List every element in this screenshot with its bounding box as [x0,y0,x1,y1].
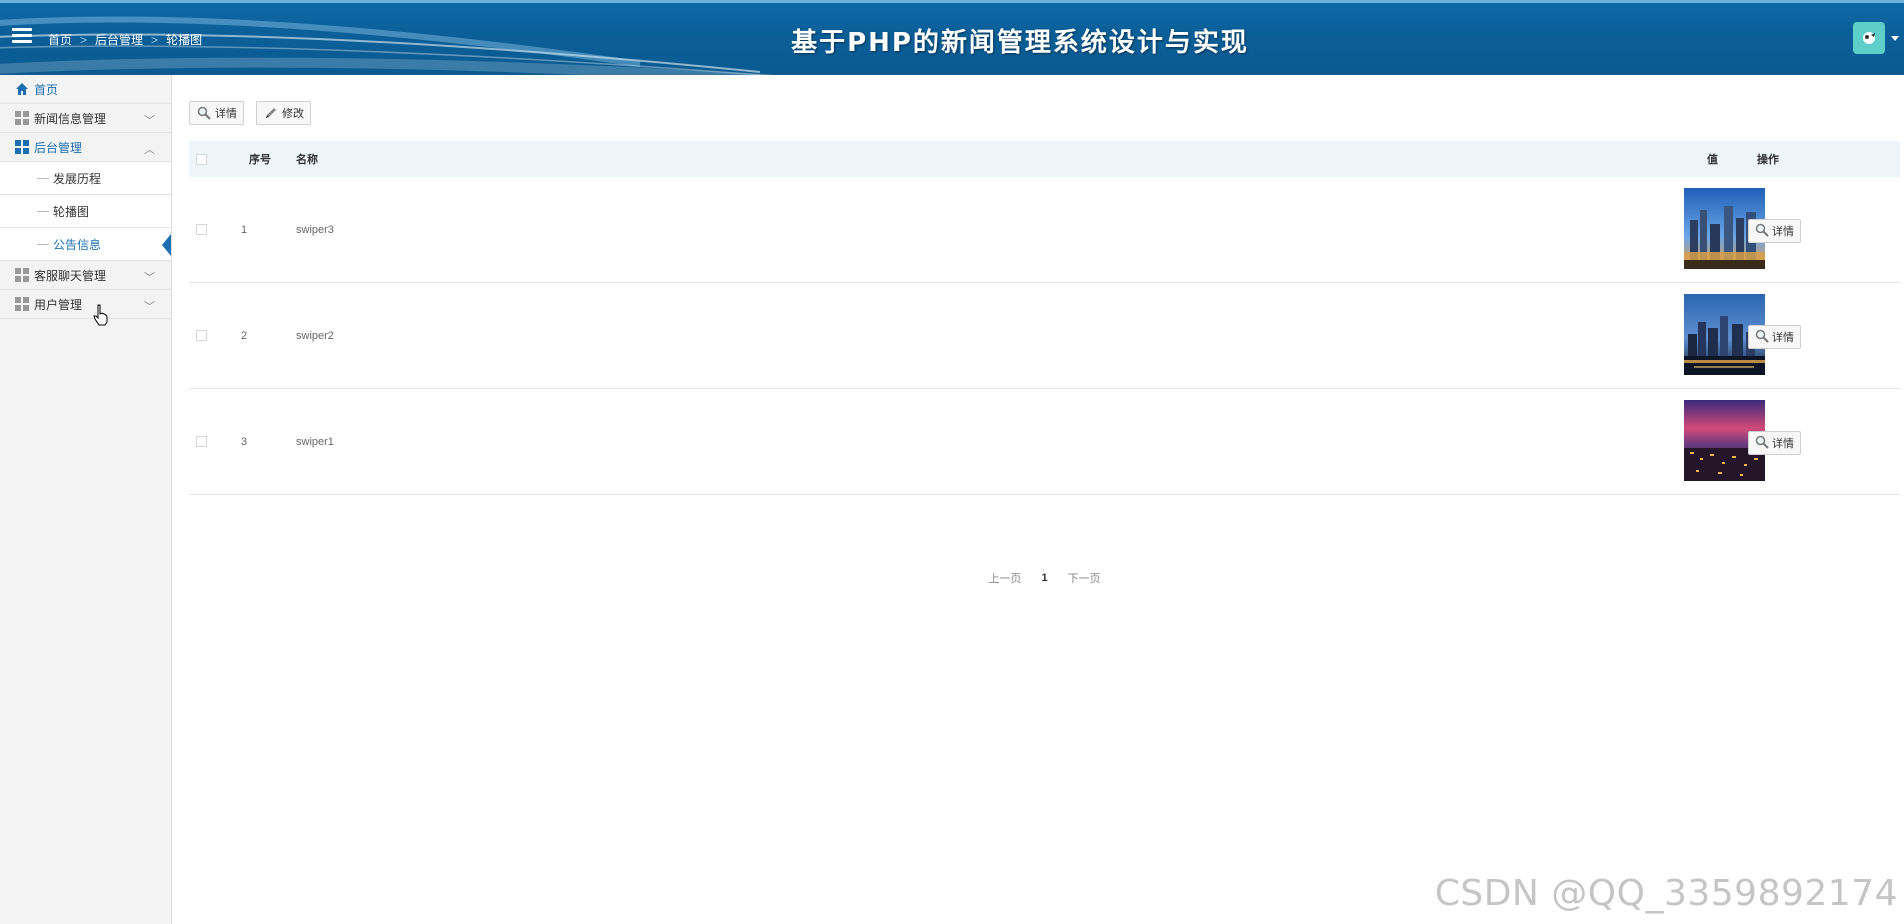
detail-button-label: 详情 [215,108,237,120]
row-detail-label: 详情 [1772,226,1794,238]
header-action: 操作 [1757,154,1779,166]
watermark: CSDN @QQ_3359892174 [1434,873,1898,914]
row-index: 2 [241,329,248,342]
header-value: 值 [1707,154,1718,166]
mouse-pointer-icon [93,304,108,326]
sidebar-item-label: 后台管理 [34,140,83,155]
header-top-line [0,0,1904,3]
chevron-down-icon: ﹀ [144,115,155,127]
row-checkbox[interactable] [196,436,207,447]
sidebar-item-backend-management[interactable]: 后台管理 ︿ [0,133,171,162]
sidebar-subitem-carousel[interactable]: 轮播图 [0,195,171,228]
pencil-icon [263,105,279,121]
sidebar-subitem-notice[interactable]: 公告信息 [0,228,171,261]
app-header: 首页 > 后台管理 > 轮播图 基于PHP的新闻管理系统设计与实现 [0,0,1904,75]
active-marker-icon [162,234,171,256]
avatar-dropdown-icon[interactable] [1891,36,1899,41]
header-index: 序号 [249,154,271,166]
search-icon [196,105,212,121]
sidebar-subitem-label: 公告信息 [53,237,102,252]
search-icon [1755,329,1769,346]
sidebar: 首页 新闻信息管理 ﹀ 后台管理 ︿ 发展历程 轮播图 公告信息 客服聊天管理 [0,75,172,924]
pagination-next[interactable]: 下一页 [1068,570,1101,586]
data-table: 序号 名称 值 操作 1 swiper3 详情 2 swiper2 详情 3 s… [189,141,1900,585]
table-header: 序号 名称 值 操作 [189,141,1900,177]
header-name: 名称 [296,154,318,166]
grid-icon [14,110,30,126]
row-checkbox[interactable] [196,224,207,235]
sidebar-submenu: 发展历程 轮播图 公告信息 [0,162,171,261]
sidebar-subitem-label: 发展历程 [53,171,102,186]
row-name: swiper3 [296,223,334,236]
chevron-down-icon: ﹀ [144,272,155,284]
pagination-prev[interactable]: 上一页 [988,570,1021,586]
table-row: 3 swiper1 详情 [189,389,1900,495]
sidebar-item-label: 首页 [34,82,59,97]
row-index: 3 [241,435,248,448]
search-icon [1755,435,1769,452]
sidebar-item-label: 客服聊天管理 [34,268,107,283]
edit-button-label: 修改 [282,108,304,120]
main-content: 详情 修改 序号 名称 值 操作 1 swiper3 详情 2 swiper2 … [173,75,1904,924]
edit-button[interactable]: 修改 [256,101,311,125]
avatar[interactable] [1853,22,1885,54]
user-avatar-icon [1863,32,1875,44]
row-detail-button[interactable]: 详情 [1748,219,1801,243]
search-icon [1755,223,1769,240]
chevron-up-icon: ︿ [144,144,155,156]
sidebar-item-user-management[interactable]: 用户管理 ﹀ [0,290,171,319]
sidebar-item-label: 新闻信息管理 [34,111,107,126]
detail-button[interactable]: 详情 [189,101,244,125]
page-title: 基于PHP的新闻管理系统设计与实现 [791,28,1249,58]
table-row: 1 swiper3 详情 [189,177,1900,283]
chevron-down-icon: ﹀ [144,301,155,313]
row-index: 1 [241,223,248,236]
row-detail-button[interactable]: 详情 [1748,325,1801,349]
row-checkbox[interactable] [196,330,207,341]
row-detail-label: 详情 [1772,332,1794,344]
table-row: 2 swiper2 详情 [189,283,1900,389]
row-name: swiper2 [296,329,334,342]
pagination-current-page[interactable]: 1 [1041,572,1047,584]
row-detail-button[interactable]: 详情 [1748,431,1801,455]
toolbar: 详情 修改 [189,101,311,125]
sidebar-subitem-label: 轮播图 [53,204,90,219]
grid-icon [14,296,30,312]
grid-icon [14,267,30,283]
sidebar-item-news-management[interactable]: 新闻信息管理 ﹀ [0,104,171,133]
row-detail-label: 详情 [1772,438,1794,450]
sidebar-subitem-history[interactable]: 发展历程 [0,162,171,195]
pagination: 上一页 1 下一页 [189,570,1900,586]
sidebar-item-chat-management[interactable]: 客服聊天管理 ﹀ [0,261,171,290]
row-name: swiper1 [296,435,334,448]
select-all-checkbox[interactable] [196,153,207,165]
sidebar-item-label: 用户管理 [34,297,83,312]
home-icon [14,81,30,97]
sidebar-item-home[interactable]: 首页 [0,75,171,104]
grid-icon [14,139,30,155]
